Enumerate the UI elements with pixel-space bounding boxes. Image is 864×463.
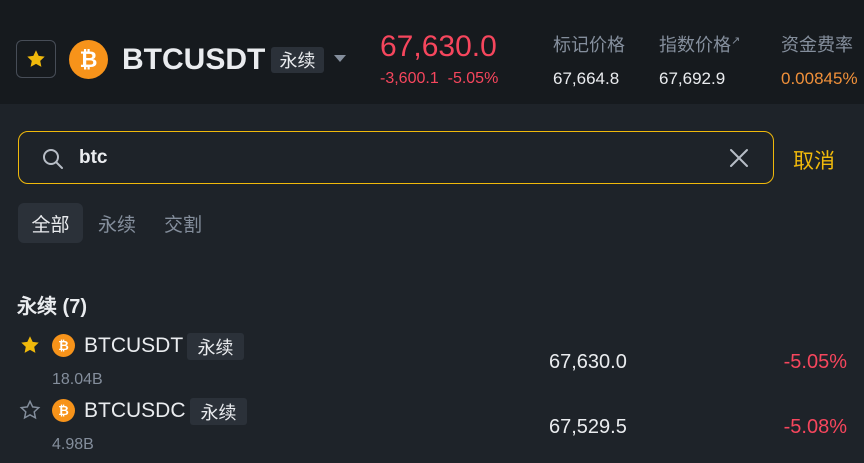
chevron-down-icon[interactable]: [334, 55, 346, 62]
index-price-value: 67,692.9: [659, 69, 726, 88]
row-symbol: BTCUSDC: [84, 399, 186, 422]
star-outline-icon[interactable]: [19, 399, 41, 421]
price-change-pct: -5.05%: [447, 70, 499, 87]
symbol-title[interactable]: BTCUSDT: [122, 43, 265, 77]
star-filled-icon: [27, 50, 45, 67]
funding-rate-value: 0.00845%: [781, 69, 858, 88]
ticker-header: ₿ BTCUSDT 永续 67,630.0 -3,600.1 -5.05% 标记…: [0, 0, 864, 104]
row-price: 67,630.0: [549, 351, 627, 373]
btc-coin-icon: ₿: [52, 399, 75, 422]
section-title: 永续 (7): [17, 296, 87, 318]
row-change: -5.05%: [783, 351, 847, 373]
tab-all[interactable]: 全部: [18, 203, 83, 243]
row-change: -5.08%: [783, 416, 847, 438]
cancel-button[interactable]: 取消: [793, 145, 835, 175]
external-link-icon: ↗: [731, 34, 741, 47]
row-symbol: BTCUSDT: [84, 334, 184, 357]
row-volume: 18.04B: [52, 371, 103, 388]
search-input[interactable]: [79, 144, 679, 172]
last-price: 67,630.0: [380, 30, 497, 63]
row-volume: 4.98B: [52, 436, 94, 453]
price-change: -3,600.1 -5.05%: [380, 70, 498, 88]
star-filled-icon[interactable]: [19, 334, 41, 356]
search-box[interactable]: [18, 131, 774, 184]
tab-delivery[interactable]: 交割: [154, 203, 212, 243]
contract-type-badge: 永续: [271, 47, 324, 73]
btc-coin-icon: ₿: [69, 40, 108, 79]
index-price-label-text: 指数价格: [659, 35, 731, 56]
contract-type-badge: 永续: [187, 333, 244, 360]
price-change-abs: -3,600.1: [380, 70, 439, 87]
list-item[interactable]: ₿ BTCUSDC 永续 4.98B 67,529.5 -5.08%: [0, 398, 864, 463]
index-price-label[interactable]: 指数价格↗: [659, 31, 740, 57]
tab-perpetual[interactable]: 永续: [88, 203, 146, 243]
list-item[interactable]: ₿ BTCUSDT 永续 18.04B 67,630.0 -5.05%: [0, 333, 864, 398]
mark-price-value: 67,664.8: [553, 69, 620, 88]
mark-price-label: 标记价格: [553, 35, 625, 56]
close-icon[interactable]: [729, 148, 749, 168]
contract-type-badge: 永续: [190, 398, 247, 425]
search-icon: [43, 149, 63, 169]
favorite-button[interactable]: [16, 40, 56, 78]
btc-coin-icon: ₿: [52, 334, 75, 357]
row-price: 67,529.5: [549, 416, 627, 438]
funding-rate-label: 资金费率: [781, 35, 853, 56]
